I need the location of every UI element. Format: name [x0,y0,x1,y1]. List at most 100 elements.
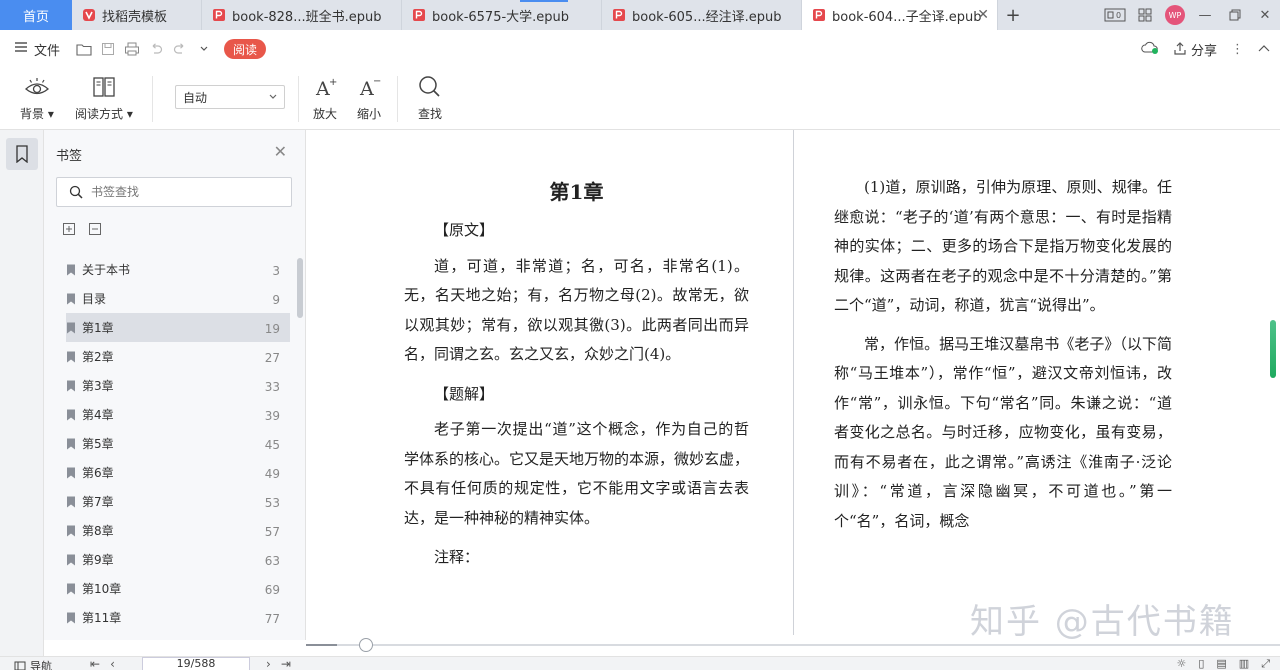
bookmark-item-label: 第6章 [82,466,114,480]
tab-book-605[interactable]: book-605...经注译.epub [602,0,802,30]
zoom-out-label: 缩小 [356,107,381,121]
bookmark-item-label: 第12章 [82,638,121,640]
bookmark-rail-button[interactable] [6,138,38,170]
tab-daoke-templates[interactable]: 找稻壳模板 [72,0,202,30]
scroll-page-icon[interactable]: ▤ [1216,657,1226,670]
bookmark-item-page: 9 [272,293,280,307]
restore-icon[interactable] [1220,0,1250,30]
bookmark-item[interactable]: 关于本书 3 [66,255,290,284]
expand-all-icon[interactable] [62,222,76,236]
bookmark-item-page: 39 [264,409,280,423]
bookmark-item[interactable]: 目录 9 [66,284,290,313]
apps-grid-icon[interactable] [1130,0,1160,30]
bookmark-item[interactable]: 第7章 53 [66,487,290,516]
minimize-icon[interactable]: — [1190,0,1220,30]
find-button[interactable]: 查找 [415,72,445,122]
open-folder-icon[interactable] [72,37,96,61]
window-layout-icon[interactable]: 0 [1100,0,1130,30]
window-controls: 0 WP — ✕ [1100,0,1280,30]
bookmark-item-label: 第5章 [82,437,114,451]
last-page-icon[interactable]: ⇥ [281,657,291,670]
file-menu[interactable]: 文件 [14,40,60,59]
close-panel-icon[interactable]: ✕ [274,142,287,161]
search-icon [69,185,83,199]
bookmark-item[interactable]: 第8章 57 [66,516,290,545]
background-label: 背景 ▾ [20,107,54,121]
page-left: 第1章 【原文】 道，可道，非常道；名，可名，非常名(1)。无，名天地之始；有，… [404,172,749,583]
tab-book-828[interactable]: book-828...班全书.epub [202,0,402,30]
zoom-out-button[interactable]: A − 缩小 [354,72,384,122]
first-page-icon[interactable]: ⇤ [90,657,100,670]
bookmark-item[interactable]: 第3章 33 [66,371,290,400]
save-icon[interactable] [96,37,120,61]
background-button[interactable]: 背景 ▾ [20,72,54,122]
user-avatar[interactable]: WP [1160,0,1190,30]
redo-icon[interactable] [168,37,192,61]
bookmark-list: 关于本书 3 目录 9 第1章 19 第2章 27 第3章 33 第4章 39 第5章 45 第6章 49 第7… [66,255,290,640]
progress-track [306,644,1280,646]
read-style-button[interactable]: 阅读方式 ▾ [75,72,133,122]
double-page-icon[interactable]: ▥ [1239,657,1249,670]
book-open-icon [89,72,119,102]
collapse-all-icon[interactable] [88,222,102,236]
bookmark-scrollbar[interactable] [297,258,303,318]
bookmark-item[interactable]: 第2章 27 [66,342,290,371]
prev-page-icon[interactable]: ‹ [110,657,115,670]
more-menu-icon[interactable]: ⋮ [1231,42,1244,57]
cloud-sync-icon[interactable] [1141,40,1159,58]
page-nav-next-group: › ⇥ [266,657,291,670]
new-tab-button[interactable]: + [998,0,1028,30]
reading-progress-slider[interactable] [306,638,1280,652]
bookmark-item[interactable]: 第5章 45 [66,429,290,458]
bookmark-item-page: 49 [264,467,280,481]
bookmark-item-icon [67,496,75,507]
page-number-input[interactable]: 19/588 [142,657,250,670]
chapter-title: 第1章 [549,180,604,204]
bookmark-item[interactable]: 第12章83 [66,632,290,640]
bookmark-item-page: 45 [264,438,280,452]
bookmark-item-page: 69 [264,583,280,597]
customize-dropdown-icon[interactable] [192,37,216,61]
collapse-ribbon-icon[interactable] [1258,42,1270,57]
bookmark-item[interactable]: 第9章 63 [66,545,290,574]
bookmark-item[interactable]: 第1章 19 [66,313,290,342]
read-mode-button[interactable]: 阅读 [224,39,267,59]
navigation-toggle[interactable]: 导航 [14,658,52,670]
single-page-icon[interactable]: ▯ [1198,657,1204,670]
svg-text:A: A [315,78,330,98]
bookmark-item[interactable]: 第6章 49 [66,458,290,487]
status-bar: 导航 ⇤ ‹ 19/588 › ⇥ ☼ ▯ ▤ ▥ ⤢ [0,656,1280,670]
close-tab-icon[interactable]: ✕ [977,7,989,23]
bookmark-item-label: 第3章 [82,379,114,393]
side-scroll-indicator[interactable] [1270,320,1276,378]
bookmark-item[interactable]: 第10章 69 [66,574,290,603]
page-nav-prev-group: ⇤ ‹ [90,657,115,670]
bookmark-item[interactable]: 第4章 39 [66,400,290,429]
view-mode-select[interactable]: 自动 [175,85,285,109]
bookmark-search-box[interactable] [56,177,292,207]
svg-text:0: 0 [1116,11,1121,20]
share-button[interactable]: 分享 [1173,40,1217,59]
tab-book-604[interactable]: book-604...子全译.epub ✕ [802,0,998,30]
bookmark-icon [16,145,28,163]
print-icon[interactable] [120,37,144,61]
tab-home[interactable]: 首页 [0,0,72,30]
progress-fill [306,644,337,646]
close-window-icon[interactable]: ✕ [1250,0,1280,30]
zoom-in-label: 放大 [312,107,337,121]
bookmark-item-icon [67,438,75,449]
bookmark-item[interactable]: 第11章 77 [66,603,290,632]
fullscreen-icon[interactable]: ⤢ [1261,657,1270,670]
tab-book-6575[interactable]: book-6575-大学.epub [402,0,602,30]
file-menu-label: 文件 [34,43,61,59]
bookmark-item-page: 63 [264,554,280,568]
zoom-in-button[interactable]: A + 放大 [310,72,340,122]
bookmark-item-icon [67,467,75,478]
bookmark-search-input[interactable] [91,185,271,199]
next-page-icon[interactable]: › [266,657,271,670]
progress-knob[interactable] [359,638,373,652]
brightness-icon[interactable]: ☼ [1176,657,1186,670]
section-heading-original: 【原文】 [434,221,495,239]
undo-icon[interactable] [144,37,168,61]
bookmark-item-page: 27 [264,351,280,365]
